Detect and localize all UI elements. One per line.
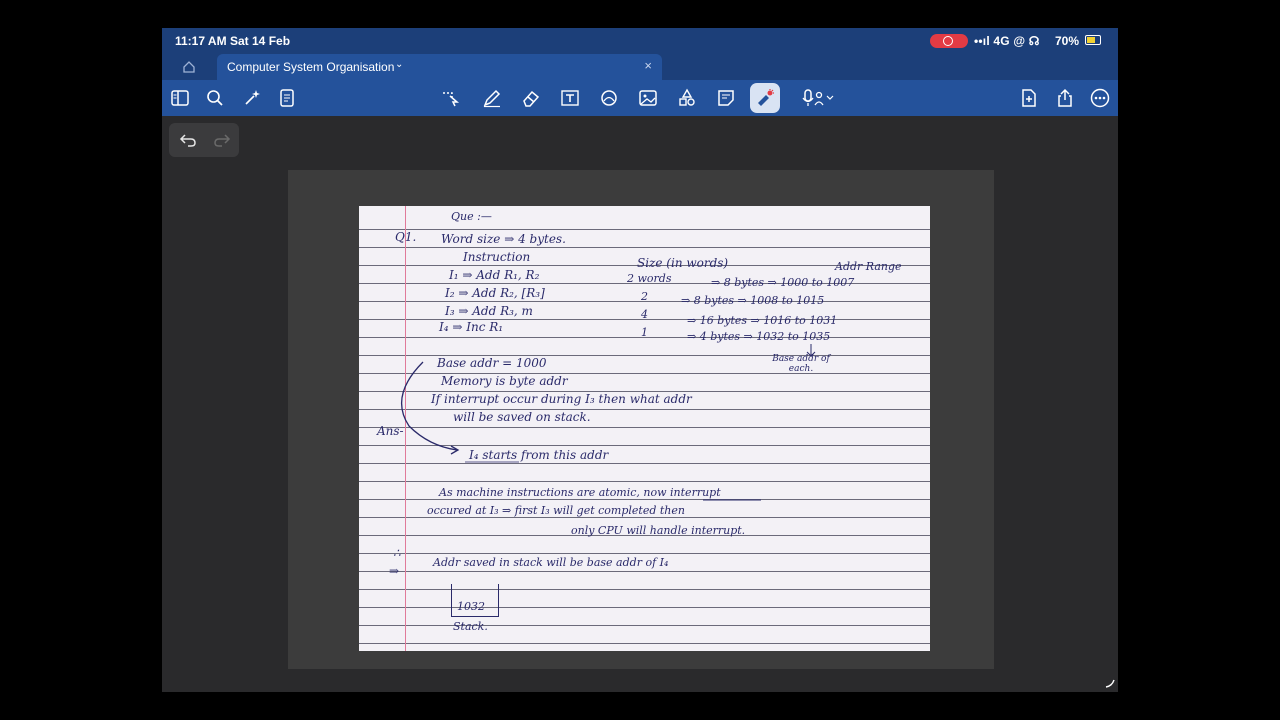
status-time: 11:17 AM (175, 34, 227, 48)
sticky-note-icon[interactable] (716, 88, 736, 108)
network-status: ••ıl 4G @ ☊ (974, 34, 1040, 48)
close-tab-icon[interactable]: × (644, 58, 652, 73)
document-tab-title: Computer System Organisation (227, 60, 395, 74)
toolbar (162, 80, 1118, 116)
elements-icon[interactable] (677, 88, 697, 108)
more-icon[interactable] (1090, 88, 1110, 108)
laser-pointer-icon[interactable] (750, 83, 780, 113)
lasso-icon[interactable] (440, 88, 460, 108)
microphone-icon[interactable] (802, 88, 834, 108)
battery-icon (1085, 35, 1101, 45)
ipad-screen: 11:17 AM Sat 14 Feb ••ıl 4G @ ☊ 70% Comp… (162, 28, 1118, 692)
sidebar-icon[interactable] (170, 88, 190, 108)
status-bar: 11:17 AM Sat 14 Feb ••ıl 4G @ ☊ 70% (162, 28, 1118, 54)
home-icon[interactable] (182, 60, 196, 74)
share-icon[interactable] (1055, 88, 1075, 108)
status-date: Sat 14 Feb (230, 34, 291, 48)
undo-icon[interactable] (178, 130, 198, 150)
battery-percent: 70% (1055, 34, 1080, 48)
screen-recording-indicator[interactable] (930, 34, 968, 48)
document-tab[interactable]: Computer System Organisation ⌄ × (217, 54, 662, 80)
eraser-icon[interactable] (521, 88, 541, 108)
add-page-icon[interactable] (1019, 88, 1039, 108)
document-icon[interactable] (277, 88, 297, 108)
shapes-icon[interactable] (599, 88, 619, 108)
resize-corner-icon[interactable] (1104, 676, 1116, 688)
pen-icon[interactable] (482, 88, 502, 108)
handwritten-note-image: Que :— Q1. Word size ⇒ 4 bytes. Instruct… (359, 206, 930, 651)
search-icon[interactable] (205, 88, 225, 108)
undo-redo-group (169, 123, 239, 157)
redo-icon[interactable] (212, 130, 232, 150)
chevron-down-icon[interactable]: ⌄ (395, 59, 403, 70)
sparkle-icon[interactable] (242, 88, 262, 108)
tab-bar: Computer System Organisation ⌄ × (162, 54, 1118, 80)
note-arrows (401, 344, 816, 501)
image-icon[interactable] (638, 88, 658, 108)
text-box-icon[interactable] (560, 88, 580, 108)
